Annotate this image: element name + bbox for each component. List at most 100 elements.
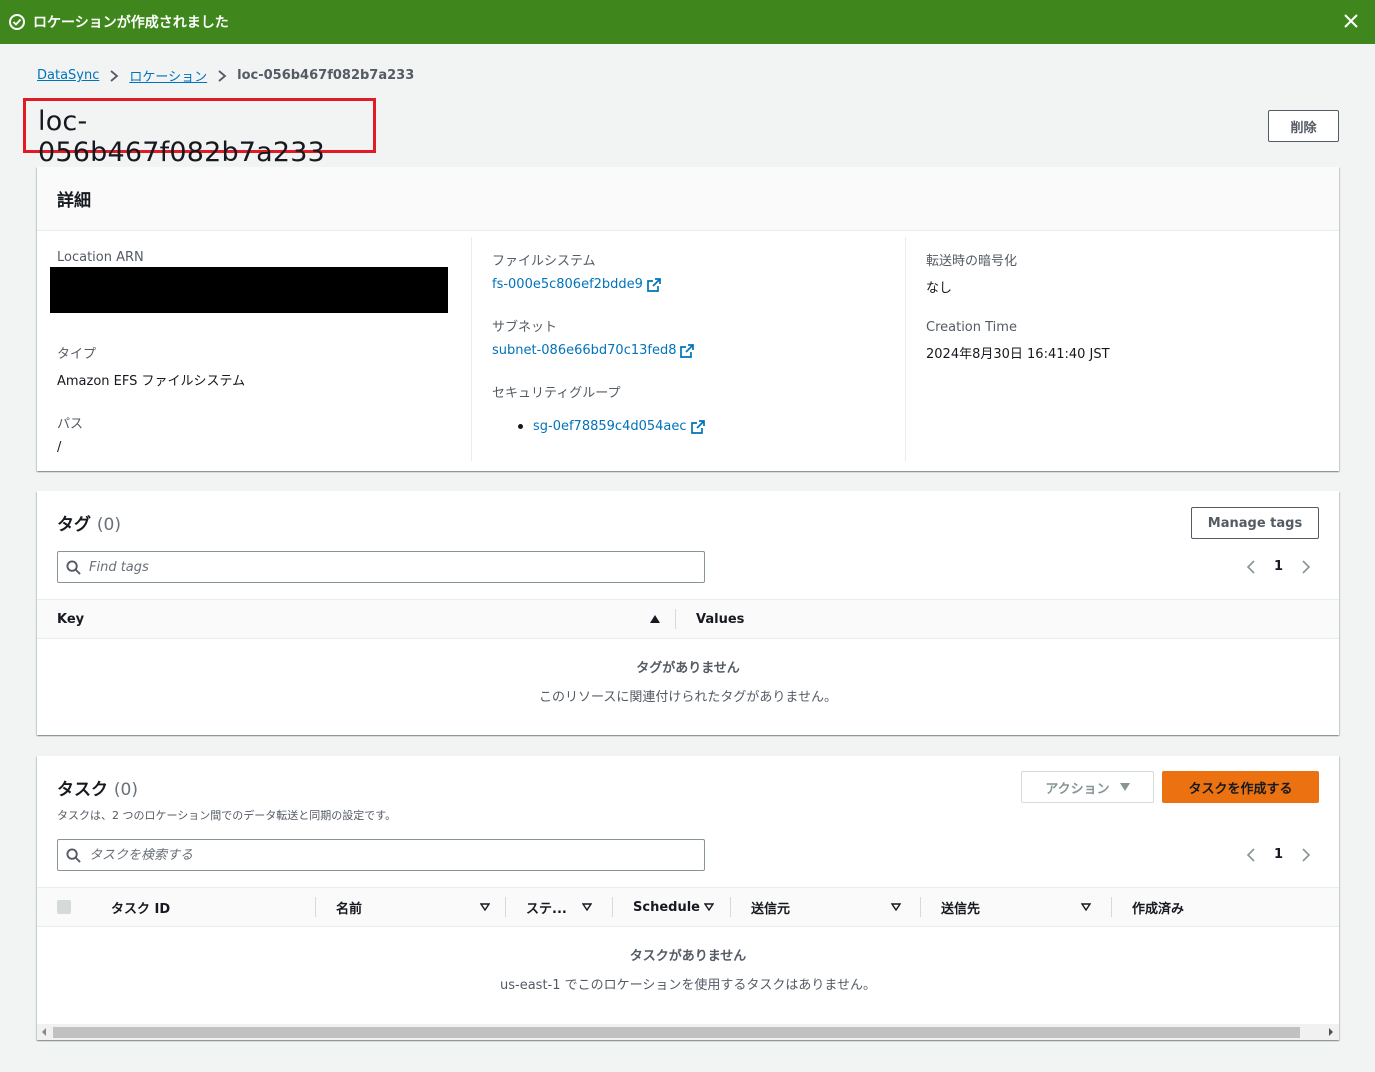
sort-caret-icon: [480, 903, 490, 912]
scroll-left-arrow[interactable]: [42, 1028, 46, 1036]
search-icon: [66, 847, 81, 863]
creation-time-label: Creation Time: [926, 320, 1017, 335]
redacted-arn: [50, 267, 448, 313]
tasks-page-number[interactable]: 1: [1274, 847, 1283, 862]
column-schedule-label: Schedule: [633, 899, 700, 915]
details-column-3: 転送時の暗号化 なし Creation Time 2024年8月30日 16:4…: [905, 237, 1339, 461]
subnet-link-text: subnet-086e66bd70c13fed8: [492, 343, 677, 358]
column-created[interactable]: 作成済み: [1112, 897, 1339, 917]
encryption-label: 転送時の暗号化: [926, 254, 1018, 269]
column-status[interactable]: ステ...: [506, 897, 613, 917]
column-task-id-label: タスク ID: [111, 901, 171, 917]
breadcrumb-datasync[interactable]: DataSync: [37, 68, 99, 83]
tasks-panel: タスク (0) タスクは、2 つのロケーション間でのデータ転送と同期の設定です。…: [37, 756, 1339, 1040]
column-key[interactable]: Key: [37, 609, 676, 629]
task-search-input[interactable]: [89, 847, 689, 863]
security-group-link-text: sg-0ef78859c4d054aec: [533, 419, 687, 434]
create-task-button[interactable]: タスクを作成する: [1162, 771, 1319, 803]
security-group-link[interactable]: sg-0ef78859c4d054aec: [533, 419, 705, 434]
select-all-checkbox[interactable]: [57, 900, 71, 914]
path-label: パス: [57, 417, 84, 432]
filesystem-link[interactable]: fs-000e5c806ef2bdde9: [492, 277, 661, 292]
details-column-2: ファイルシステム fs-000e5c806ef2bdde9 サブネット subn…: [471, 237, 905, 461]
column-source[interactable]: 送信元: [731, 897, 921, 917]
tags-table-header: Key Values: [37, 599, 1339, 639]
external-link-icon: [680, 343, 695, 358]
chevron-left-icon[interactable]: [1246, 847, 1256, 862]
column-key-label: Key: [57, 611, 85, 627]
caret-down-icon: [1119, 783, 1130, 791]
column-source-label: 送信元: [751, 901, 791, 917]
creation-time-value: 2024年8月30日 16:41:40 JST: [926, 347, 1110, 362]
tags-panel: タグ (0) Manage tags 1 Key Values タグがありません…: [37, 491, 1339, 735]
manage-tags-button[interactable]: Manage tags: [1191, 507, 1319, 539]
find-tags-input[interactable]: [89, 559, 689, 575]
sort-caret-icon: [891, 903, 901, 912]
tasks-empty-title: タスクがありません: [629, 949, 747, 964]
sort-caret-icon: [1081, 903, 1091, 912]
security-group-label: セキュリティグループ: [492, 386, 621, 401]
encryption-value: なし: [926, 281, 953, 296]
filesystem-label: ファイルシステム: [492, 254, 596, 269]
subnet-label: サブネット: [492, 320, 558, 335]
column-destination[interactable]: 送信先: [921, 897, 1112, 917]
security-group-list: sg-0ef78859c4d054aec: [492, 419, 885, 434]
sort-caret-icon: [582, 903, 592, 912]
tasks-empty-description: us-east-1 でこのロケーションを使用するタスクはありません。: [500, 978, 876, 993]
tags-empty-description: このリソースに関連付けられたタグがありません。: [539, 690, 837, 705]
type-value: Amazon EFS ファイルシステム: [57, 374, 246, 389]
page-title-highlight: loc-056b467f082b7a233: [23, 98, 376, 168]
task-search[interactable]: [57, 839, 705, 871]
actions-dropdown[interactable]: アクション: [1021, 771, 1154, 803]
tags-empty-title: タグがありません: [636, 661, 740, 676]
column-created-label: 作成済み: [1132, 901, 1185, 917]
tags-count: (0): [96, 515, 122, 535]
tags-page-number[interactable]: 1: [1274, 559, 1283, 574]
filesystem-link-text: fs-000e5c806ef2bdde9: [492, 277, 643, 292]
tasks-table-header: タスク ID 名前 ステ... Schedule 送信元 送信先 作成済み: [37, 887, 1339, 927]
location-arn-label: Location ARN: [57, 250, 144, 265]
column-task-id[interactable]: タスク ID: [91, 897, 316, 917]
close-icon[interactable]: [1341, 11, 1361, 31]
horizontal-scrollbar[interactable]: [37, 1024, 1339, 1040]
select-all-checkbox-cell: [37, 897, 91, 917]
chevron-right-icon[interactable]: [1301, 847, 1311, 862]
security-group-item: sg-0ef78859c4d054aec: [518, 419, 885, 434]
path-value: /: [57, 440, 62, 455]
tasks-pagination: 1: [1246, 847, 1311, 862]
details-panel: 詳細 Location ARN タイプ Amazon EFS ファイルシステム …: [37, 167, 1339, 471]
sort-caret-icon: [704, 903, 714, 912]
column-status-label: ステ...: [526, 901, 567, 917]
sort-ascending-icon: [650, 615, 660, 623]
subnet-link[interactable]: subnet-086e66bd70c13fed8: [492, 343, 695, 358]
details-heading: 詳細: [57, 191, 91, 211]
chevron-left-icon[interactable]: [1246, 559, 1256, 574]
success-flashbar: ロケーションが作成されました: [0, 0, 1375, 44]
actions-label: アクション: [1045, 781, 1110, 797]
tasks-heading: タスク (0): [57, 775, 138, 800]
column-values[interactable]: Values: [676, 609, 744, 629]
column-name-label: 名前: [336, 901, 363, 917]
column-values-label: Values: [696, 611, 745, 627]
tasks-empty-state: タスクがありません us-east-1 でこのロケーションを使用するタスクはあり…: [37, 945, 1339, 993]
tasks-count: (0): [113, 780, 139, 800]
scroll-right-arrow[interactable]: [1329, 1028, 1333, 1036]
search-icon: [66, 559, 81, 575]
breadcrumb-current: loc-056b467f082b7a233: [237, 68, 415, 83]
details-header: 詳細: [37, 167, 1339, 231]
chevron-right-icon[interactable]: [1301, 559, 1311, 574]
scrollbar-thumb[interactable]: [53, 1026, 1300, 1038]
chevron-right-icon: [110, 69, 119, 82]
page-title: loc-056b467f082b7a233: [38, 106, 326, 168]
column-schedule[interactable]: Schedule: [613, 897, 731, 917]
breadcrumb: DataSync ロケーション loc-056b467f082b7a233: [37, 66, 414, 85]
column-name[interactable]: 名前: [316, 897, 506, 917]
breadcrumb-locations[interactable]: ロケーション: [129, 66, 207, 85]
check-circle-icon: [9, 14, 25, 30]
external-link-icon: [690, 419, 705, 434]
find-tags-search[interactable]: [57, 551, 705, 583]
tags-heading: タグ (0): [57, 510, 121, 535]
details-column-1: Location ARN タイプ Amazon EFS ファイルシステム パス …: [37, 237, 471, 461]
tags-title: タグ: [57, 515, 91, 535]
delete-button[interactable]: 削除: [1268, 110, 1339, 142]
